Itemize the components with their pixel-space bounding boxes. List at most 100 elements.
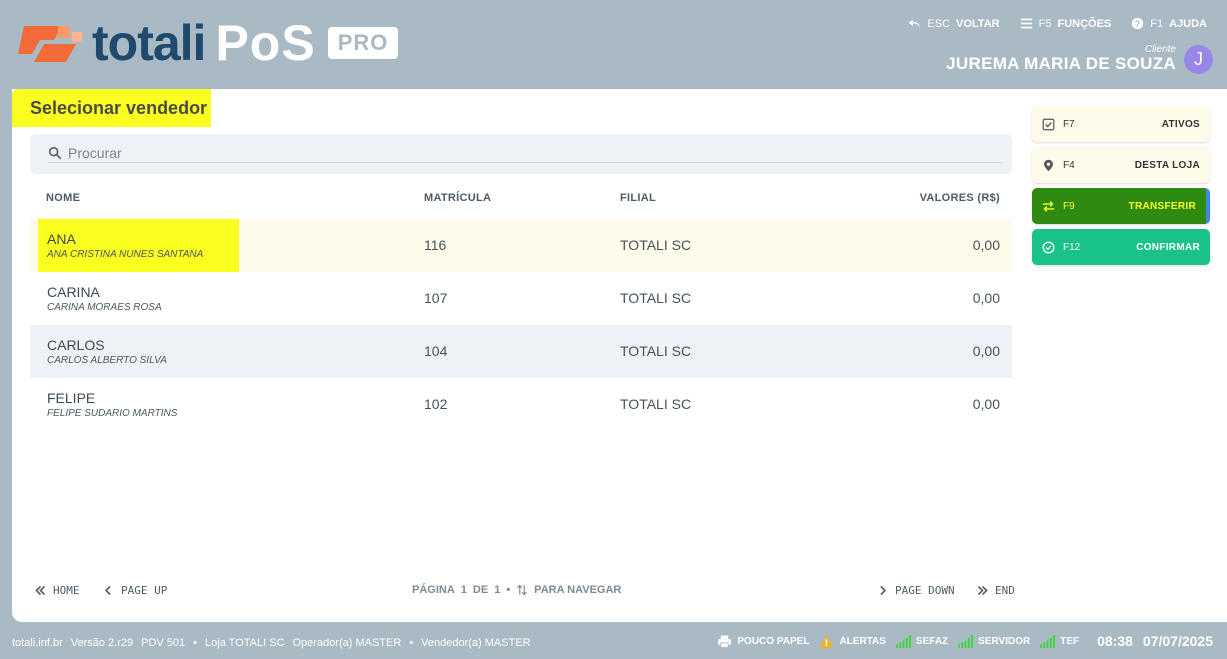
seller-filial: TOTALI SC [620,290,692,306]
paper-status-label: POUCO PAPEL [737,635,810,647]
page-title: Selecionar vendedor [12,89,212,127]
chevron-left-icon [104,585,111,596]
seller-fullname: CARLOS ALBERTO SILVA [47,355,167,366]
pagination-bar: HOME PAGE UP PÁGINA 1 DE 1 • PARA NAVEGA… [34,584,1015,604]
page-of-label: DE [472,584,489,596]
brand-product: PoS [215,15,316,71]
signal-bars-icon [1040,634,1056,648]
filter-store-button[interactable]: F4 DESTA LOJA [1032,147,1210,183]
brand-edition-badge: PRO [327,27,399,59]
page-separator: • [506,584,511,596]
seller-matricula: 104 [424,343,448,359]
seller-valor: 0,00 [972,237,1000,253]
client-text: Cliente JUREMA MARIA DE SOUZA [946,45,1176,74]
help-key: F1 [1150,17,1164,30]
brand-logo: totali PoS PRO [14,15,399,71]
table-row[interactable]: CARINA CARINA MORAES ROSA 107 TOTALI SC … [30,272,1012,325]
help-label: AJUDA [1169,17,1207,30]
page-label: PÁGINA [412,584,455,596]
seller-name-cell: FELIPE FELIPE SUDARIO MARTINS [38,378,213,431]
back-arrow-icon [909,19,921,28]
footer-version: Versão 2.r29 [70,637,134,649]
seller-fullname: CARINA MORAES ROSA [47,302,162,313]
alerts-status-label: ALERTAS [839,635,886,647]
transfer-button[interactable]: F9 TRANSFERIR [1032,188,1210,224]
seller-fullname: ANA CRISTINA NUNES SANTANA [47,249,204,260]
header-matricula: MATRÍCULA [424,192,492,204]
seller-matricula: 116 [424,237,447,253]
seller-filial: TOTALI SC [620,343,692,359]
functions-label: FUNÇÕES [1057,17,1112,30]
clock-time: 08:38 [1097,633,1133,649]
page-indicator: PÁGINA 1 DE 1 • PARA NAVEGAR [412,584,621,596]
clock-date: 07/07/2025 [1142,633,1213,649]
warning-icon [819,634,834,648]
back-label: VOLTAR [956,17,1000,30]
table-header: NOME MATRÍCULA FILIAL VALORES (R$) [30,189,1012,209]
filter-store-label: DESTA LOJA [1134,159,1200,171]
footer-vendedor: Vendedor(a) MASTER [421,637,531,649]
brand-mark-icon [18,26,82,62]
location-pin-icon [1044,159,1053,171]
double-chevron-right-icon [977,585,988,596]
chevron-right-icon [880,585,887,596]
seller-name-cell: CARINA CARINA MORAES ROSA [38,272,198,325]
header-filial: FILIAL [620,192,657,204]
seller-nickname: CARINA [47,284,100,300]
transfer-label: TRANSFERIR [1128,200,1196,212]
client-avatar[interactable]: J [1184,45,1213,74]
tef-status-label: TEF [1060,635,1080,647]
end-label: END [995,584,1015,597]
help-button[interactable]: ? F1 AJUDA [1131,17,1207,30]
app-header: totali PoS PRO ESC VOLTAR F5 FUNÇÕES ? F… [0,0,1227,89]
home-button[interactable]: HOME [34,584,80,597]
back-key: ESC [927,17,951,30]
filter-active-button[interactable]: F7 ATIVOS [1032,106,1210,142]
seller-filial: TOTALI SC [620,237,692,253]
confirm-key: F12 [1063,241,1081,253]
end-button[interactable]: END [976,584,1015,597]
filter-active-key: F7 [1063,118,1075,130]
header-valores: VALORES (R$) [919,192,1000,204]
transfer-key: F9 [1063,200,1075,212]
functions-button[interactable]: F5 FUNÇÕES [1020,17,1112,30]
table-row[interactable]: FELIPE FELIPE SUDARIO MARTINS 102 TOTALI… [30,378,1012,431]
page-down-label: PAGE DOWN [895,584,955,597]
seller-filial: TOTALI SC [620,396,692,412]
confirm-button[interactable]: F12 CONFIRMAR [1032,229,1210,265]
seller-nickname: CARLOS [47,337,105,353]
tef-status: TEF [1040,634,1080,648]
table-row[interactable]: ANA ANA CRISTINA NUNES SANTANA 116 TOTAL… [30,219,1012,272]
footer-site: totali.inf.br [12,637,63,649]
seller-nickname: FELIPE [47,390,96,406]
page-up-button[interactable]: PAGE UP [102,584,167,597]
sefaz-status: SEFAZ [895,634,948,648]
search-icon [48,146,62,159]
filter-store-key: F4 [1063,159,1075,171]
seller-nickname: ANA [47,231,76,247]
status-footer: totali.inf.br Versão 2.r29 PDV 501 • Loj… [0,628,1227,659]
brand-name: totali [92,15,206,71]
client-info[interactable]: Cliente JUREMA MARIA DE SOUZA J [946,45,1213,74]
back-button[interactable]: ESC VOLTAR [908,17,1000,30]
alerts-status[interactable]: ALERTAS [819,634,886,648]
signal-bars-icon [958,634,974,648]
checkbox-icon [1042,118,1055,130]
home-label: HOME [53,584,80,597]
search-input[interactable] [68,144,968,161]
paper-status[interactable]: POUCO PAPEL [717,634,810,648]
seller-valor: 0,00 [972,396,1000,412]
menu-icon [1020,18,1032,29]
footer-separator: • [409,637,414,649]
check-circle-icon [1042,241,1055,253]
table-row[interactable]: CARLOS CARLOS ALBERTO SILVA 104 TOTALI S… [30,325,1012,378]
transfer-arrows-icon [1042,200,1055,212]
server-status-label: SERVIDOR [978,635,1031,647]
header-nome: NOME [46,192,81,204]
footer-session-info: totali.inf.br Versão 2.r29 PDV 501 • Loj… [12,637,531,649]
top-navigation: ESC VOLTAR F5 FUNÇÕES ? F1 AJUDA [908,17,1207,30]
page-down-button[interactable]: PAGE DOWN [876,584,955,597]
seller-name-cell: ANA ANA CRISTINA NUNES SANTANA [38,219,240,272]
search-box [30,134,1012,174]
help-icon: ? [1132,17,1144,30]
